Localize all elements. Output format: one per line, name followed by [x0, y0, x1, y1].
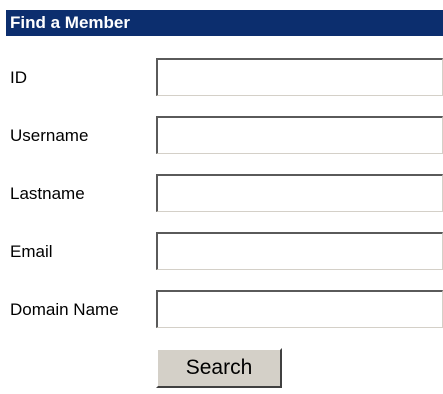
- domain-name-label: Domain Name: [10, 300, 119, 319]
- id-label: ID: [10, 68, 27, 87]
- username-input[interactable]: [156, 116, 443, 154]
- form-row-domain-name: Domain Name: [6, 290, 443, 330]
- panel-title: Find a Member: [6, 10, 443, 36]
- form-row-id: ID: [6, 58, 443, 98]
- id-input[interactable]: [156, 58, 443, 96]
- domain-name-input[interactable]: [156, 290, 443, 328]
- lastname-label: Lastname: [10, 184, 85, 203]
- form-row-lastname: Lastname: [6, 174, 443, 214]
- find-member-panel: Find a Member ID Username Lastname Email…: [6, 10, 443, 394]
- email-input[interactable]: [156, 232, 443, 270]
- form-row-email: Email: [6, 232, 443, 272]
- email-label: Email: [10, 242, 53, 261]
- lastname-input[interactable]: [156, 174, 443, 212]
- username-label: Username: [10, 126, 89, 145]
- search-button[interactable]: Search: [156, 348, 282, 388]
- form-row-username: Username: [6, 116, 443, 156]
